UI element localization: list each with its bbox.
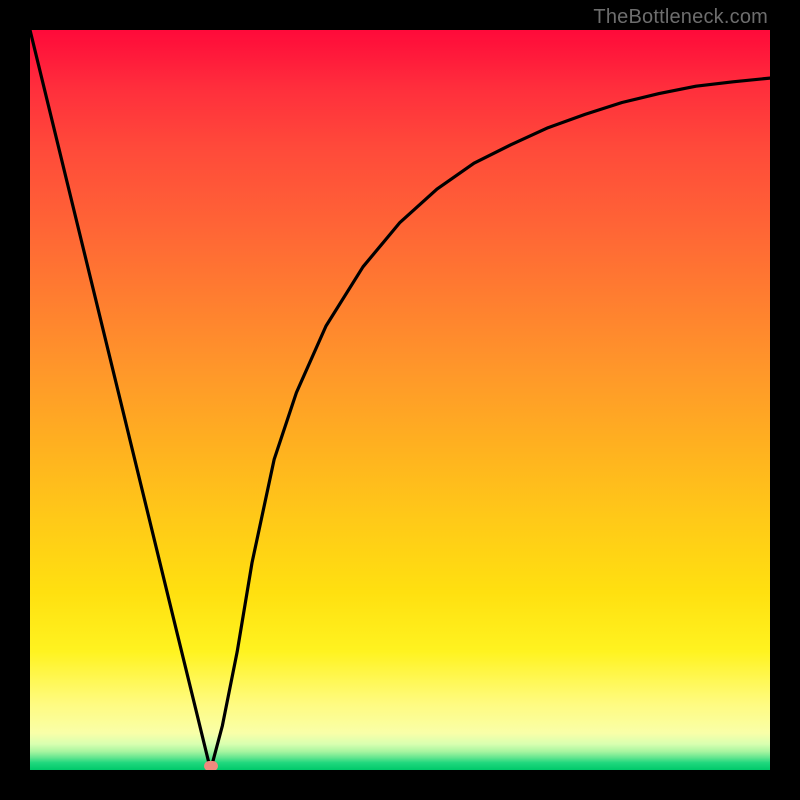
bottleneck-curve xyxy=(30,30,770,770)
chart-frame: TheBottleneck.com xyxy=(0,0,800,800)
curve-layer xyxy=(30,30,770,770)
watermark-text: TheBottleneck.com xyxy=(593,6,768,29)
plot-area xyxy=(30,30,770,770)
min-marker xyxy=(204,761,218,770)
